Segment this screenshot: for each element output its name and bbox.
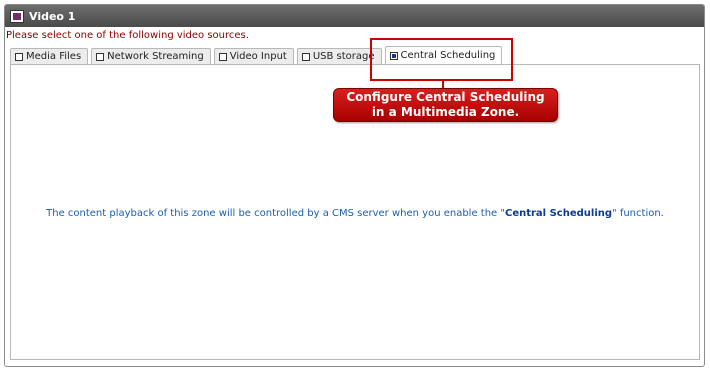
video-window-icon: [10, 9, 24, 23]
tab-usb-storage[interactable]: USB storage: [296, 48, 382, 64]
tab-label: Central Scheduling: [400, 50, 496, 61]
annotation-callout: Configure Central Scheduling in a Multim…: [333, 88, 558, 122]
tab-media-files[interactable]: Media Files: [10, 48, 89, 64]
source-prompt: Please select one of the following video…: [6, 30, 249, 41]
checkbox-icon[interactable]: [218, 52, 227, 61]
tab-central-scheduling[interactable]: Central Scheduling: [384, 46, 503, 64]
message-text-end: " function.: [612, 208, 664, 219]
callout-line-2: in a Multimedia Zone.: [371, 105, 520, 119]
window-titlebar: Video 1: [5, 5, 704, 27]
message-text: The content playback of this zone will b…: [46, 208, 505, 219]
window-title: Video 1: [29, 9, 76, 23]
tab-network-streaming[interactable]: Network Streaming: [91, 48, 211, 64]
tab-label: USB storage: [312, 51, 375, 62]
callout-line-1: Configure Central Scheduling: [346, 90, 545, 104]
tab-video-input[interactable]: Video Input: [213, 48, 294, 64]
tab-label: Media Files: [26, 51, 82, 62]
checkbox-icon[interactable]: [96, 52, 105, 61]
source-tabs: Media Files Network Streaming Video Inpu…: [10, 46, 503, 64]
message-emphasis: Central Scheduling: [504, 208, 613, 219]
tab-label: Video Input: [229, 51, 287, 62]
central-scheduling-message: The content playback of this zone will b…: [11, 208, 699, 219]
checkbox-icon[interactable]: [15, 52, 23, 61]
checkbox-icon[interactable]: [301, 52, 310, 61]
checked-checkbox-icon[interactable]: [389, 51, 398, 60]
tab-label: Network Streaming: [107, 51, 204, 62]
